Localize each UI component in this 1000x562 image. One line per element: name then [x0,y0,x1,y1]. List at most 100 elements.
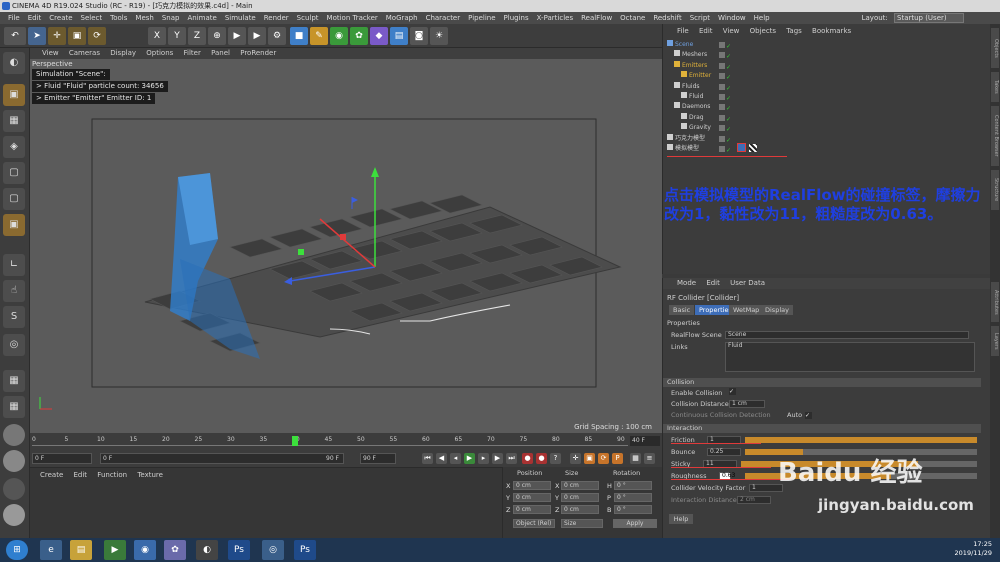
object-row[interactable]: Emitter [667,71,711,81]
display-menu[interactable]: Display [106,48,140,59]
grid-icon[interactable]: ▦ [3,396,25,418]
z-axis-icon[interactable]: Z [188,27,206,45]
visibility-toggle-icon[interactable] [719,125,725,132]
y-axis-icon[interactable]: Y [168,27,186,45]
object-row[interactable]: Drag [667,112,704,123]
menu-x-particles[interactable]: X-Particles [533,12,577,24]
visibility-toggle-icon[interactable] [719,62,725,69]
render-view-icon[interactable]: ▶ [228,27,246,45]
point-level-icon[interactable]: ▦ [630,453,641,464]
layout-selector[interactable]: Layout: Startup (User) [862,12,964,24]
tweak-mode-icon[interactable]: ☝ [3,280,25,302]
enabled-check-icon[interactable]: ✓ [726,64,731,71]
tab-structure[interactable]: Structure [991,170,999,210]
menu-redshift[interactable]: Redshift [649,12,685,24]
menu-octane[interactable]: Octane [616,12,649,24]
preview-range-bar[interactable]: 0 F 90 F [100,453,344,464]
cube-icon[interactable]: ■ [290,27,308,45]
bounce-field[interactable]: 0.25 [707,448,741,456]
app-icon[interactable]: ✿ [164,540,186,560]
am-mode-menu[interactable]: Mode [673,278,700,289]
current-frame-field[interactable]: 40 F [630,436,660,446]
light-sphere-icon[interactable] [3,504,25,526]
menu-motion-tracker[interactable]: Motion Tracker [323,12,382,24]
photoshop2-icon[interactable]: Ps [294,540,316,560]
menu-tools[interactable]: Tools [106,12,131,24]
menu-file[interactable]: File [4,12,24,24]
enabled-check-icon[interactable]: ✓ [726,43,731,50]
rotation-key-icon[interactable]: ⟳ [598,453,609,464]
prorender-menu[interactable]: ProRender [236,48,280,59]
model-mode-icon[interactable]: ▣ [3,84,25,106]
rotate-icon[interactable]: ⟳ [88,27,106,45]
next-key-icon[interactable]: ▶ [492,453,503,464]
size-x-field[interactable]: 0 cm [561,481,599,490]
visibility-controls[interactable]: ✓ [719,71,735,81]
menu-simulate[interactable]: Simulate [221,12,260,24]
browser2-icon[interactable]: ◎ [262,540,284,560]
menu-character[interactable]: Character [422,12,465,24]
visibility-toggle-icon[interactable] [719,146,725,152]
rotation-p-field[interactable]: 0 ° [614,493,652,502]
object-row[interactable]: Gravity [667,123,711,133]
position-x-field[interactable]: 0 cm [513,481,551,490]
enabled-check-icon[interactable]: ✓ [726,95,731,102]
previous-frame-icon[interactable]: ◂ [450,453,461,464]
texture-menu[interactable]: Texture [133,470,167,480]
rotation-h-field[interactable]: 0 ° [614,481,652,490]
ie-icon[interactable]: e [40,540,62,560]
menu-render[interactable]: Render [260,12,293,24]
visibility-controls[interactable]: ✓ [719,113,735,123]
scale-icon[interactable]: ▣ [68,27,86,45]
go-to-end-icon[interactable]: ⏭ [506,453,517,464]
object-row[interactable]: Fluids [667,81,700,92]
light-icon[interactable]: ☀ [430,27,448,45]
tab-display[interactable]: Display [761,305,793,315]
menu-help[interactable]: Help [750,12,774,24]
menu-pipeline[interactable]: Pipeline [464,12,499,24]
material-tag-icon[interactable] [749,144,757,152]
points-mode-icon[interactable]: ▢ [3,162,25,184]
links-list[interactable]: Fluid [725,342,975,372]
menu-plugins[interactable]: Plugins [500,12,533,24]
menu-script[interactable]: Script [686,12,714,24]
x-axis-icon[interactable]: X [148,27,166,45]
go-to-start-icon[interactable]: ⏮ [422,453,433,464]
scale-key-icon[interactable]: ▣ [584,453,595,464]
menu-mesh[interactable]: Mesh [131,12,157,24]
visibility-controls[interactable]: ✓ [719,92,735,102]
edges-mode-icon[interactable]: ▢ [3,188,25,210]
perspective-viewport[interactable]: Perspective Simulation "Scene": > Fluid … [30,59,662,433]
visibility-toggle-icon[interactable] [719,135,725,142]
om-tags-menu[interactable]: Tags [782,24,806,38]
texture-mode-icon[interactable]: ▦ [3,110,25,132]
undo-icon[interactable]: ↶ [4,27,26,45]
rotation-b-field[interactable]: 0 ° [614,505,652,514]
om-objects-menu[interactable]: Objects [746,24,780,38]
tab-basic[interactable]: Basic [669,305,695,315]
enabled-check-icon[interactable]: ✓ [726,137,731,144]
am-edit-menu[interactable]: Edit [702,278,724,289]
om-edit-menu[interactable]: Edit [695,24,717,38]
apply-button[interactable]: Apply [613,519,657,528]
playhead[interactable] [292,436,298,446]
sphere-icon[interactable] [3,424,25,446]
dark-sphere-icon[interactable] [3,478,25,500]
start-frame-field[interactable]: 0 F [32,453,92,464]
friction-slider[interactable] [745,437,977,443]
enable-collision-checkbox[interactable]: ✓ [729,388,736,395]
planar-workplane-icon[interactable]: ▦ [3,370,25,392]
menu-edit[interactable]: Edit [24,12,46,24]
visibility-toggle-icon[interactable] [719,114,725,121]
autokey-icon[interactable]: ● [536,453,547,464]
menu-animate[interactable]: Animate [183,12,220,24]
make-editable-icon[interactable]: ◐ [3,52,25,74]
realflow-scene-field[interactable]: Scene [725,331,969,339]
timeline-window-icon[interactable]: ≡ [644,453,655,464]
help-button[interactable]: Help [669,514,693,524]
object-row[interactable]: Scene [667,40,693,50]
position-y-field[interactable]: 0 cm [513,493,551,502]
collision-distance-field[interactable]: 1 cm [729,400,765,408]
polygons-mode-icon[interactable]: ▣ [3,214,25,236]
tab-attributes[interactable]: Attributes [991,282,999,322]
